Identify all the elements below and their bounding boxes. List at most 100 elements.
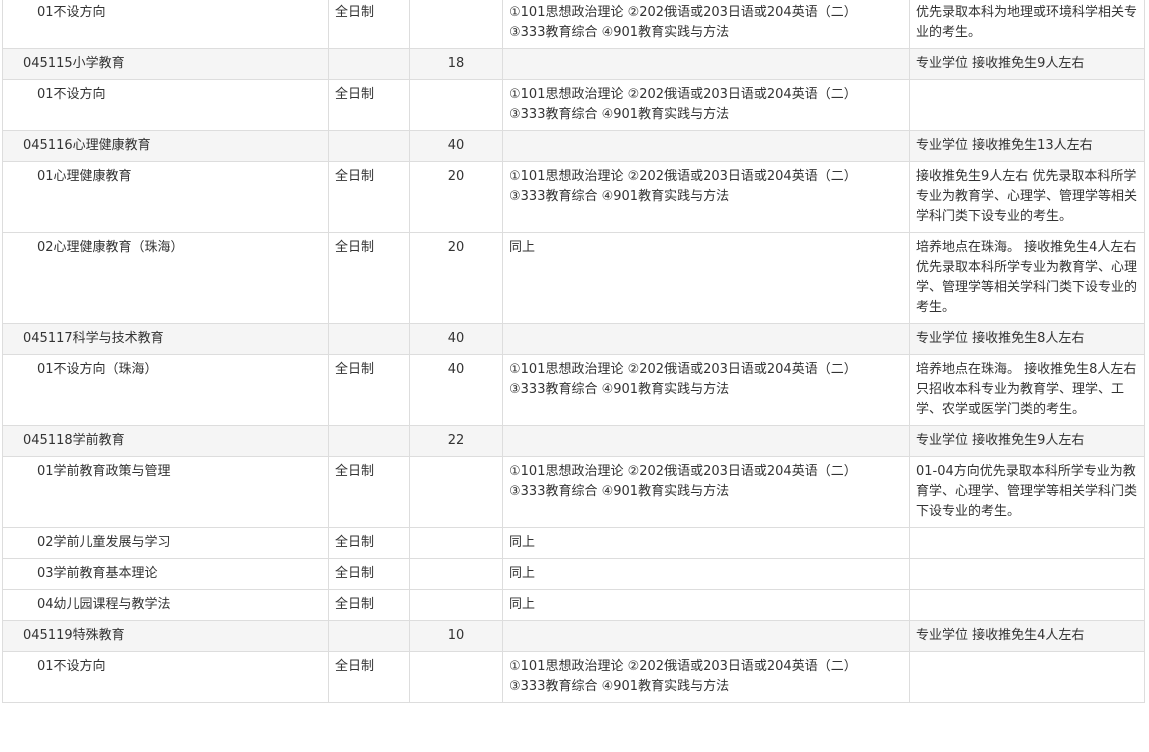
remarks: 培养地点在珠海。 接收推免生4人左右 优先录取本科所学专业为教育学、心理学、管理… xyxy=(909,232,1145,324)
table-row: 04幼儿园课程与教学法 全日制 同上 xyxy=(2,589,1145,621)
remarks: 01-04方向优先录取本科所学专业为教育学、心理学、管理学等相关学科门类下设专业… xyxy=(909,456,1145,528)
enrollment-count: 20 xyxy=(409,232,503,324)
remarks: 专业学位 接收推免生8人左右 xyxy=(909,323,1145,355)
exam-line: ③333教育综合 ④901教育实践与方法 xyxy=(509,189,730,204)
exam-line: ③333教育综合 ④901教育实践与方法 xyxy=(509,107,730,122)
enrollment-count: 40 xyxy=(409,354,503,426)
table-row: 01心理健康教育 全日制 20 ①101思想政治理论 ②202俄语或203日语或… xyxy=(2,161,1145,233)
remarks: 专业学位 接收推免生9人左右 xyxy=(909,48,1145,80)
table-row: 02学前儿童发展与学习 全日制 同上 xyxy=(2,527,1145,559)
major-name: 045115小学教育 xyxy=(2,48,329,80)
table-row: 03学前教育基本理论 全日制 同上 xyxy=(2,558,1145,590)
study-mode: 全日制 xyxy=(328,527,410,559)
enrollment-count: 40 xyxy=(409,323,503,355)
table-row: 02心理健康教育（珠海） 全日制 20 同上 培养地点在珠海。 接收推免生4人左… xyxy=(2,232,1145,324)
exam-subjects: ①101思想政治理论 ②202俄语或203日语或204英语（二） ③333教育综合… xyxy=(502,161,910,233)
enrollment-count xyxy=(409,79,503,131)
direction-name: 01不设方向 xyxy=(2,651,329,703)
exam-line: ①101思想政治理论 ②202俄语或203日语或204英语（二） xyxy=(509,464,857,479)
exam-line: ③333教育综合 ④901教育实践与方法 xyxy=(509,382,730,397)
exam-subjects: ①101思想政治理论 ②202俄语或203日语或204英语（二） ③333教育综合… xyxy=(502,79,910,131)
table-row: 045116心理健康教育 40 专业学位 接收推免生13人左右 xyxy=(2,130,1145,162)
enrollment-count xyxy=(409,558,503,590)
exam-line: ①101思想政治理论 ②202俄语或203日语或204英语（二） xyxy=(509,87,857,102)
study-mode xyxy=(328,620,410,652)
remarks xyxy=(909,79,1145,131)
direction-name: 02学前儿童发展与学习 xyxy=(2,527,329,559)
direction-name: 01不设方向（珠海） xyxy=(2,354,329,426)
remarks: 专业学位 接收推免生13人左右 xyxy=(909,130,1145,162)
remarks xyxy=(909,589,1145,621)
remarks: 专业学位 接收推免生4人左右 xyxy=(909,620,1145,652)
study-mode: 全日制 xyxy=(328,651,410,703)
remarks: 培养地点在珠海。 接收推免生8人左右 只招收本科专业为教育学、理学、工学、农学或… xyxy=(909,354,1145,426)
study-mode xyxy=(328,130,410,162)
exam-line: 同上 xyxy=(509,566,536,581)
study-mode: 全日制 xyxy=(328,0,410,49)
exam-subjects: 同上 xyxy=(502,232,910,324)
table-row: 045115小学教育 18 专业学位 接收推免生9人左右 xyxy=(2,48,1145,80)
exam-subjects: 同上 xyxy=(502,589,910,621)
study-mode xyxy=(328,323,410,355)
exam-subjects: 同上 xyxy=(502,527,910,559)
study-mode: 全日制 xyxy=(328,161,410,233)
enrollment-count xyxy=(409,456,503,528)
exam-subjects: 同上 xyxy=(502,558,910,590)
table-row: 045118学前教育 22 专业学位 接收推免生9人左右 xyxy=(2,425,1145,457)
exam-line: ①101思想政治理论 ②202俄语或203日语或204英语（二） xyxy=(509,5,857,20)
table-row: 01学前教育政策与管理 全日制 ①101思想政治理论 ②202俄语或203日语或… xyxy=(2,456,1145,528)
study-mode: 全日制 xyxy=(328,79,410,131)
study-mode: 全日制 xyxy=(328,354,410,426)
direction-name: 02心理健康教育（珠海） xyxy=(2,232,329,324)
study-mode: 全日制 xyxy=(328,558,410,590)
table-row: 01不设方向 全日制 ①101思想政治理论 ②202俄语或203日语或204英语… xyxy=(2,0,1145,49)
table-row: 045119特殊教育 10 专业学位 接收推免生4人左右 xyxy=(2,620,1145,652)
admissions-table-body: 01不设方向 全日制 ①101思想政治理论 ②202俄语或203日语或204英语… xyxy=(2,0,1145,703)
major-name: 045116心理健康教育 xyxy=(2,130,329,162)
enrollment-count xyxy=(409,0,503,49)
admissions-table: 01不设方向 全日制 ①101思想政治理论 ②202俄语或203日语或204英语… xyxy=(2,0,1145,703)
exam-subjects xyxy=(502,130,910,162)
study-mode: 全日制 xyxy=(328,232,410,324)
direction-name: 03学前教育基本理论 xyxy=(2,558,329,590)
direction-name: 01心理健康教育 xyxy=(2,161,329,233)
remarks xyxy=(909,558,1145,590)
enrollment-count: 22 xyxy=(409,425,503,457)
exam-subjects xyxy=(502,425,910,457)
table-row: 01不设方向（珠海） 全日制 40 ①101思想政治理论 ②202俄语或203日… xyxy=(2,354,1145,426)
exam-subjects: ①101思想政治理论 ②202俄语或203日语或204英语（二） ③333教育综合… xyxy=(502,651,910,703)
remarks: 优先录取本科为地理或环境科学相关专业的考生。 xyxy=(909,0,1145,49)
remarks xyxy=(909,527,1145,559)
remarks: 专业学位 接收推免生9人左右 xyxy=(909,425,1145,457)
enrollment-count xyxy=(409,651,503,703)
exam-line: ①101思想政治理论 ②202俄语或203日语或204英语（二） xyxy=(509,659,857,674)
direction-name: 01不设方向 xyxy=(2,0,329,49)
direction-name: 01不设方向 xyxy=(2,79,329,131)
study-mode xyxy=(328,425,410,457)
exam-line: ③333教育综合 ④901教育实践与方法 xyxy=(509,484,730,499)
exam-subjects xyxy=(502,48,910,80)
remarks: 接收推免生9人左右 优先录取本科所学专业为教育学、心理学、管理学等相关学科门类下… xyxy=(909,161,1145,233)
exam-subjects: ①101思想政治理论 ②202俄语或203日语或204英语（二） ③333教育综合… xyxy=(502,456,910,528)
study-mode: 全日制 xyxy=(328,456,410,528)
table-row: 045117科学与技术教育 40 专业学位 接收推免生8人左右 xyxy=(2,323,1145,355)
enrollment-count xyxy=(409,527,503,559)
exam-subjects: ①101思想政治理论 ②202俄语或203日语或204英语（二） ③333教育综合… xyxy=(502,354,910,426)
exam-subjects xyxy=(502,323,910,355)
major-name: 045118学前教育 xyxy=(2,425,329,457)
exam-line: ①101思想政治理论 ②202俄语或203日语或204英语（二） xyxy=(509,169,857,184)
enrollment-count: 20 xyxy=(409,161,503,233)
major-name: 045117科学与技术教育 xyxy=(2,323,329,355)
exam-line: ①101思想政治理论 ②202俄语或203日语或204英语（二） xyxy=(509,362,857,377)
exam-line: ③333教育综合 ④901教育实践与方法 xyxy=(509,679,730,694)
exam-line: 同上 xyxy=(509,597,536,612)
remarks xyxy=(909,651,1145,703)
direction-name: 01学前教育政策与管理 xyxy=(2,456,329,528)
table-row: 01不设方向 全日制 ①101思想政治理论 ②202俄语或203日语或204英语… xyxy=(2,79,1145,131)
direction-name: 04幼儿园课程与教学法 xyxy=(2,589,329,621)
enrollment-count: 40 xyxy=(409,130,503,162)
exam-line: 同上 xyxy=(509,535,536,550)
enrollment-count: 18 xyxy=(409,48,503,80)
study-mode xyxy=(328,48,410,80)
table-row: 01不设方向 全日制 ①101思想政治理论 ②202俄语或203日语或204英语… xyxy=(2,651,1145,703)
